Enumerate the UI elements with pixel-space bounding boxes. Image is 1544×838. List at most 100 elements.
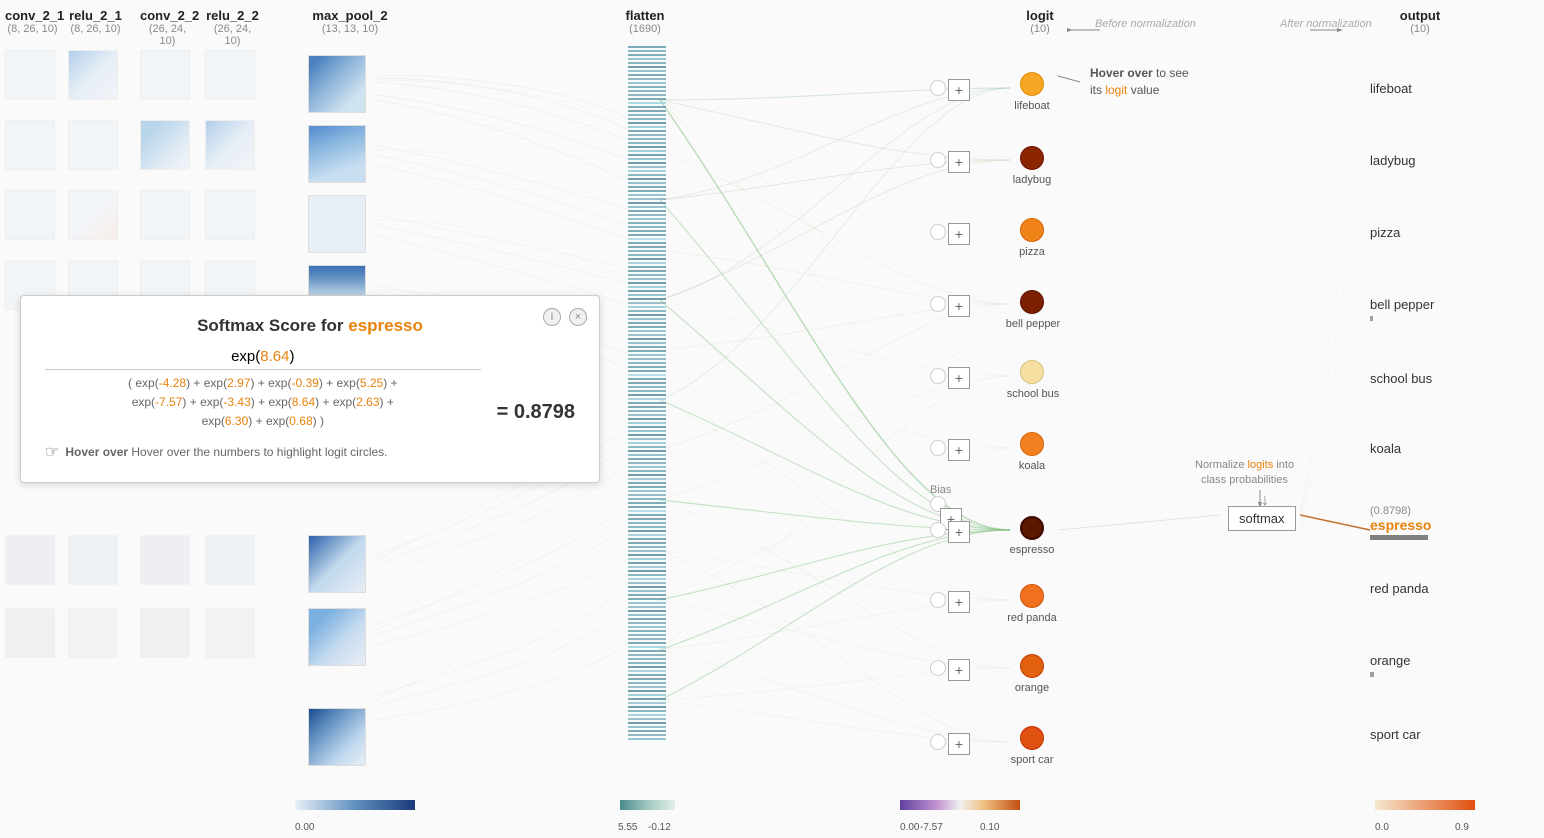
feature-map-maxpool-2	[308, 125, 366, 183]
popup-info-btn[interactable]: i	[543, 308, 561, 326]
popup-numerator: exp(8.64)	[231, 348, 294, 369]
logit-plus-orange: +	[948, 659, 970, 681]
output-label-orange: orange	[1370, 653, 1410, 668]
output-item-sportcar: sport car	[1370, 726, 1421, 744]
output-bar-orange	[1370, 672, 1374, 677]
logit-circle-ladybug[interactable]	[1020, 146, 1044, 170]
col-header-output: output (10)	[1370, 8, 1470, 35]
output-label-redpanda: red panda	[1370, 581, 1429, 596]
output-label-espresso: espresso	[1370, 517, 1431, 533]
output-item-koala: koala	[1370, 440, 1401, 458]
output-label-lifeboat: lifeboat	[1370, 81, 1412, 96]
logit-node-label-orange: orange	[1010, 682, 1054, 694]
popup-equals: = 0.8798	[497, 401, 575, 432]
output-item-espresso: (0.8798) espresso	[1370, 505, 1431, 540]
logit-circle-pizza[interactable]	[1020, 218, 1044, 242]
feature-map-relu22-3	[205, 190, 255, 240]
logit-plus-schoolbus: +	[948, 367, 970, 389]
col-header-maxpool2: max_pool_2 (13, 13, 10)	[290, 8, 410, 35]
maxpool2-sub: (13, 13, 10)	[290, 23, 410, 35]
flatten-label: flatten	[615, 8, 675, 23]
logit-node-label-espresso: espresso	[1007, 544, 1057, 556]
fm-left-b6	[68, 608, 118, 658]
scale-label-logit-min: 0.00	[900, 822, 919, 833]
flatten-sub: (1690)	[615, 23, 675, 35]
logit-small-circle-redpanda	[930, 592, 946, 608]
scale-label-output-max: 0.9	[1455, 822, 1469, 833]
conv21-label: conv_2_1	[5, 8, 60, 23]
logit-node-label-ladybug: ladybug	[1010, 174, 1054, 186]
conv21-sub: (8, 26, 10)	[5, 23, 60, 35]
relu21-sub: (8, 26, 10)	[68, 23, 123, 35]
popup-close-btn[interactable]: ×	[569, 308, 587, 326]
col-header-conv21: conv_2_1 (8, 26, 10)	[5, 8, 60, 35]
feature-map-relu21-1	[68, 50, 118, 100]
logit-small-circle-lifeboat	[930, 80, 946, 96]
output-item-ladybug: ladybug	[1370, 152, 1416, 170]
logit-label: logit	[1000, 8, 1080, 23]
fm-left-b1	[5, 535, 55, 585]
logit-plus-koala: +	[948, 439, 970, 461]
popup-fraction-inner: exp(8.64) ( exp(-4.28) + exp(2.97) + exp…	[45, 348, 481, 432]
logit-small-circle-sportcar	[930, 734, 946, 750]
conv22-label: conv_2_2	[140, 8, 195, 23]
output-label-pizza: pizza	[1370, 225, 1400, 240]
logit-plus-ladybug: +	[948, 151, 970, 173]
bias-label: Bias	[930, 480, 951, 498]
logit-circle-koala[interactable]	[1020, 432, 1044, 456]
logit-small-circle-pizza	[930, 224, 946, 240]
logit-node-label-schoolbus: school bus	[1004, 388, 1062, 400]
col-header-flatten: flatten (1690)	[615, 8, 675, 35]
logit-circle-orange[interactable]	[1020, 654, 1044, 678]
popup-title: Softmax Score for espresso	[45, 316, 575, 336]
logit-node-label-koala: koala	[1010, 460, 1054, 472]
scale-label-flatten-neg: -0.12	[648, 822, 671, 833]
fm-left-b2	[68, 535, 118, 585]
logit-plus-bellpepper: +	[948, 295, 970, 317]
feature-map-maxpool-6	[308, 608, 366, 666]
feature-map-relu22-2	[205, 120, 255, 170]
fm-left-b4	[205, 535, 255, 585]
softmax-popup: i × Softmax Score for espresso exp(8.64)…	[20, 295, 600, 483]
output-item-pizza: pizza	[1370, 224, 1400, 242]
feature-map-maxpool-3	[308, 195, 366, 253]
popup-icons: i ×	[543, 308, 587, 326]
logit-node-label-bellpepper: bell pepper	[1004, 318, 1062, 330]
feature-map-conv22-1	[140, 50, 190, 100]
normalize-arrow: ↓	[1261, 492, 1269, 510]
logit-small-circle-koala	[930, 440, 946, 456]
logit-node-label-lifeboat: lifeboat	[1010, 100, 1054, 112]
scale-label-logit-max: 0.10	[980, 822, 999, 833]
output-item-orange: orange	[1370, 652, 1410, 677]
relu22-label: relu_2_2	[205, 8, 260, 23]
output-item-lifeboat: lifeboat	[1370, 80, 1412, 98]
col-header-logit: logit (10)	[1000, 8, 1080, 35]
logit-plus-lifeboat: +	[948, 79, 970, 101]
output-label-sportcar: sport car	[1370, 727, 1421, 742]
logit-plus-sportcar: +	[948, 733, 970, 755]
relu22-sub: (26, 24, 10)	[205, 23, 260, 47]
col-header-relu21: relu_2_1 (8, 26, 10)	[68, 8, 123, 35]
output-label: output	[1370, 8, 1470, 23]
feature-map-conv22-3	[140, 190, 190, 240]
feature-map-conv21-1	[5, 50, 55, 100]
output-label-ladybug: ladybug	[1370, 153, 1416, 168]
logit-plus-pizza: +	[948, 223, 970, 245]
logit-node-label-sportcar: sport car	[1007, 754, 1057, 766]
output-label-schoolbus: school bus	[1370, 371, 1432, 386]
logit-circle-lifeboat[interactable]	[1020, 72, 1044, 96]
logit-circle-schoolbus[interactable]	[1020, 360, 1044, 384]
popup-denominator: ( exp(-4.28) + exp(2.97) + exp(-0.39) + …	[128, 370, 398, 432]
logit-plus-redpanda: +	[948, 591, 970, 613]
scale-label-output-min: 0.0	[1375, 822, 1389, 833]
logit-circle-sportcar[interactable]	[1020, 726, 1044, 750]
col-header-conv22: conv_2_2 (26, 24, 10)	[140, 8, 195, 47]
logit-circle-espresso[interactable]	[1020, 516, 1044, 540]
output-bar-bellpepper	[1370, 316, 1373, 321]
logit-circle-redpanda[interactable]	[1020, 584, 1044, 608]
logit-small-circle-ladybug	[930, 152, 946, 168]
feature-map-relu22-1	[205, 50, 255, 100]
scale-label-flatten-min: 5.55	[618, 822, 637, 833]
popup-fraction: exp(8.64) ( exp(-4.28) + exp(2.97) + exp…	[45, 348, 575, 432]
logit-circle-bellpepper[interactable]	[1020, 290, 1044, 314]
